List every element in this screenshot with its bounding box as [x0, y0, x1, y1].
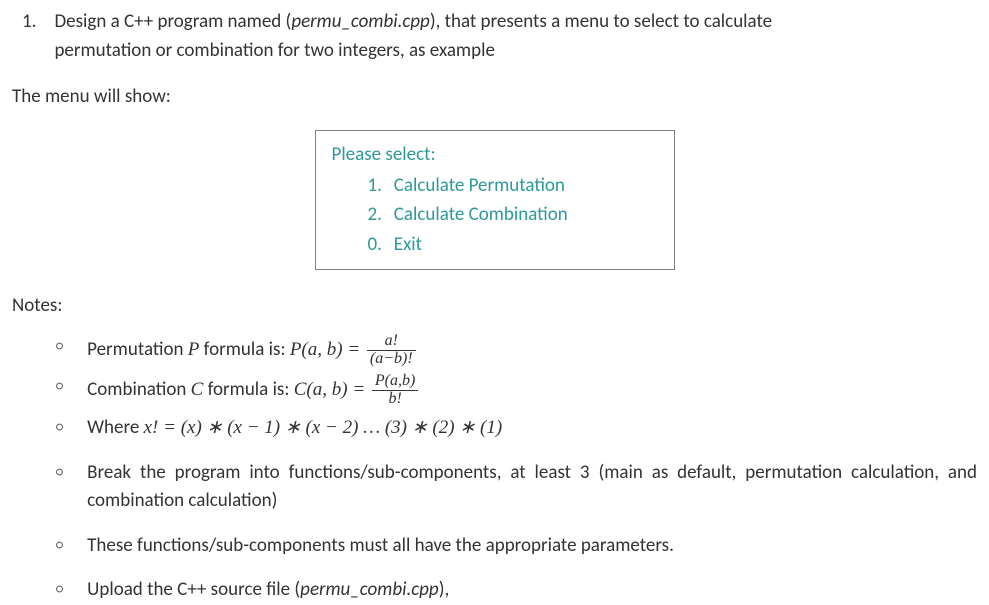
note-part: Where	[87, 416, 143, 439]
menu-item-2: 2. Calculate Combination	[332, 200, 658, 229]
note-text: Break the program into functions/sub-com…	[87, 459, 977, 516]
note-text: These functions/sub-components must all …	[87, 532, 977, 561]
menu-item-num: 0.	[368, 230, 390, 259]
note-filename: permu_combi.cpp	[300, 578, 439, 601]
note-part: Upload the C++ source file (	[87, 578, 300, 601]
menu-item-0: 0. Exit	[332, 230, 658, 259]
note-text: Permutation P formula is: P(a, b) = a!(a…	[87, 333, 977, 368]
note-permutation: ○ Permutation P formula is: P(a, b) = a!…	[56, 333, 977, 368]
q-text-line2: permutation or combination for two integ…	[54, 39, 494, 62]
fraction-den: (a−b)!	[367, 351, 416, 368]
note-part: formula is:	[203, 378, 293, 401]
menu-item-label: Exit	[394, 233, 422, 256]
menu-item-label: Calculate Permutation	[394, 174, 565, 197]
note-break-program: ○ Break the program into functions/sub-c…	[56, 459, 977, 516]
question-text: Design a C++ program named (permu_combi.…	[54, 8, 772, 65]
note-parameters: ○ These functions/sub-components must al…	[56, 532, 977, 561]
note-combination: ○ Combination C formula is: C(a, b) = P(…	[56, 373, 977, 408]
fraction-num: a!	[367, 333, 416, 351]
q-filename: permu_combi.cpp	[291, 10, 430, 33]
fraction: P(a,b)b!	[372, 373, 418, 408]
question-number: 1.	[22, 8, 36, 65]
bullet-icon: ○	[56, 414, 63, 443]
note-part: Permutation	[87, 338, 188, 361]
menu-item-label: Calculate Combination	[394, 203, 568, 226]
note-text: Combination C formula is: C(a, b) = P(a,…	[87, 373, 977, 408]
menu-item-num: 2.	[368, 200, 390, 229]
note-part: ),	[439, 578, 450, 601]
note-symbol-C: C	[191, 379, 204, 400]
note-text: Where x! = (x) ∗ (x − 1) ∗ (x − 2) … (3)…	[87, 414, 977, 443]
notes-list: ○ Permutation P formula is: P(a, b) = a!…	[12, 333, 977, 605]
bullet-icon: ○	[56, 333, 63, 368]
question-line: 1. Design a C++ program named (permu_com…	[12, 8, 977, 65]
note-text: Upload the C++ source file (permu_combi.…	[87, 576, 977, 605]
note-upload: ○ Upload the C++ source file (permu_comb…	[56, 576, 977, 605]
factorial-formula: x! = (x) ∗ (x − 1) ∗ (x − 2) … (3) ∗ (2)…	[144, 417, 503, 438]
bullet-icon: ○	[56, 532, 63, 561]
bullet-icon: ○	[56, 576, 63, 605]
fraction-den: b!	[372, 391, 418, 408]
notes-header: Notes:	[12, 292, 977, 321]
menu-intro: The menu will show:	[12, 83, 977, 112]
q-text-part1: Design a C++ program named (	[54, 10, 291, 33]
bullet-icon: ○	[56, 459, 63, 516]
bullet-icon: ○	[56, 373, 63, 408]
menu-box: Please select: 1. Calculate Permutation …	[315, 130, 675, 271]
note-part: formula is:	[199, 338, 289, 361]
menu-item-num: 1.	[368, 171, 390, 200]
menu-header: Please select:	[332, 141, 658, 170]
fraction-num: P(a,b)	[372, 373, 418, 391]
note-symbol-P: P	[188, 339, 200, 360]
formula-lhs: P(a, b) =	[290, 339, 365, 360]
formula-lhs: C(a, b) =	[294, 379, 370, 400]
menu-item-1: 1. Calculate Permutation	[332, 171, 658, 200]
fraction: a!(a−b)!	[367, 333, 416, 368]
note-factorial: ○ Where x! = (x) ∗ (x − 1) ∗ (x − 2) … (…	[56, 414, 977, 443]
note-part: Combination	[87, 378, 190, 401]
q-text-part2: ), that presents a menu to select to cal…	[430, 10, 772, 33]
